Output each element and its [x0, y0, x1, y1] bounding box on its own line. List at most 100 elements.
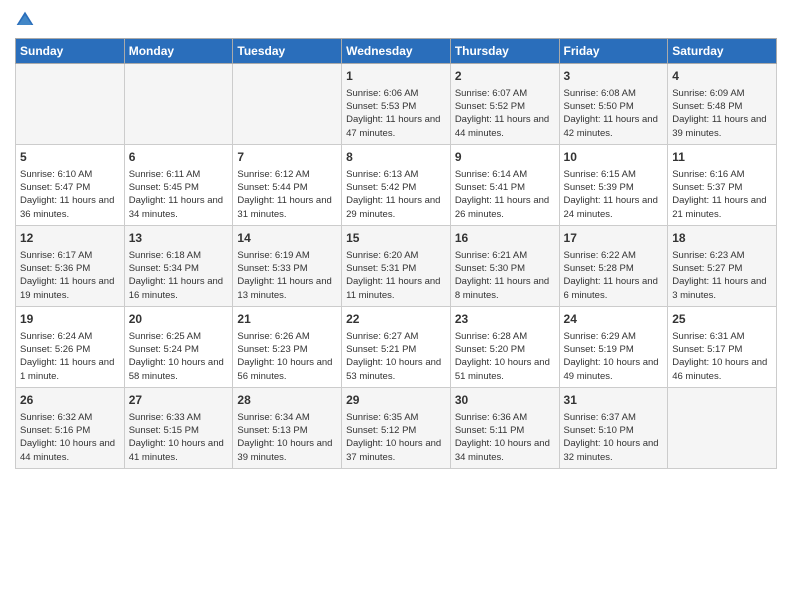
day-info: Sunrise: 6:11 AM Sunset: 5:45 PM Dayligh… — [129, 168, 229, 221]
day-number: 9 — [455, 149, 555, 166]
calendar-cell: 15 Sunrise: 6:20 AM Sunset: 5:31 PM Dayli… — [342, 225, 451, 306]
weekday-header: Tuesday — [233, 39, 342, 64]
day-number: 16 — [455, 230, 555, 247]
calendar-cell: 29 Sunrise: 6:35 AM Sunset: 5:12 PM Dayli… — [342, 387, 451, 468]
logo-icon — [15, 10, 35, 30]
day-info: Sunrise: 6:20 AM Sunset: 5:31 PM Dayligh… — [346, 249, 446, 302]
calendar-cell — [668, 387, 777, 468]
day-info: Sunrise: 6:19 AM Sunset: 5:33 PM Dayligh… — [237, 249, 337, 302]
calendar-header: SundayMondayTuesdayWednesdayThursdayFrid… — [16, 39, 777, 64]
day-info: Sunrise: 6:08 AM Sunset: 5:50 PM Dayligh… — [564, 87, 664, 140]
day-number: 14 — [237, 230, 337, 247]
day-number: 20 — [129, 311, 229, 328]
weekday-header: Sunday — [16, 39, 125, 64]
day-number: 30 — [455, 392, 555, 409]
calendar-cell: 21 Sunrise: 6:26 AM Sunset: 5:23 PM Dayli… — [233, 306, 342, 387]
day-number: 28 — [237, 392, 337, 409]
weekday-header: Monday — [124, 39, 233, 64]
calendar-week-row: 26Sunrise: 6:32 AM Sunset: 5:16 PM Dayli… — [16, 387, 777, 468]
day-number: 6 — [129, 149, 229, 166]
calendar-cell: 8 Sunrise: 6:13 AM Sunset: 5:42 PM Daylig… — [342, 144, 451, 225]
weekday-header: Saturday — [668, 39, 777, 64]
page-header — [15, 10, 777, 30]
day-info: Sunrise: 6:27 AM Sunset: 5:21 PM Dayligh… — [346, 330, 446, 383]
calendar-cell: 5Sunrise: 6:10 AM Sunset: 5:47 PM Daylig… — [16, 144, 125, 225]
calendar-cell — [124, 64, 233, 145]
day-number: 29 — [346, 392, 446, 409]
day-number: 31 — [564, 392, 664, 409]
day-info: Sunrise: 6:16 AM Sunset: 5:37 PM Dayligh… — [672, 168, 772, 221]
day-info: Sunrise: 6:21 AM Sunset: 5:30 PM Dayligh… — [455, 249, 555, 302]
day-number: 13 — [129, 230, 229, 247]
day-info: Sunrise: 6:33 AM Sunset: 5:15 PM Dayligh… — [129, 411, 229, 464]
calendar-cell — [233, 64, 342, 145]
calendar-cell: 7 Sunrise: 6:12 AM Sunset: 5:44 PM Daylig… — [233, 144, 342, 225]
day-info: Sunrise: 6:35 AM Sunset: 5:12 PM Dayligh… — [346, 411, 446, 464]
day-info: Sunrise: 6:18 AM Sunset: 5:34 PM Dayligh… — [129, 249, 229, 302]
day-info: Sunrise: 6:26 AM Sunset: 5:23 PM Dayligh… — [237, 330, 337, 383]
calendar-cell: 20 Sunrise: 6:25 AM Sunset: 5:24 PM Dayli… — [124, 306, 233, 387]
day-number: 21 — [237, 311, 337, 328]
day-info: Sunrise: 6:37 AM Sunset: 5:10 PM Dayligh… — [564, 411, 664, 464]
day-number: 1 — [346, 68, 446, 85]
calendar-cell: 25 Sunrise: 6:31 AM Sunset: 5:17 PM Dayli… — [668, 306, 777, 387]
calendar-cell: 30 Sunrise: 6:36 AM Sunset: 5:11 PM Dayli… — [450, 387, 559, 468]
day-info: Sunrise: 6:25 AM Sunset: 5:24 PM Dayligh… — [129, 330, 229, 383]
calendar-table: SundayMondayTuesdayWednesdayThursdayFrid… — [15, 38, 777, 469]
calendar-cell: 31 Sunrise: 6:37 AM Sunset: 5:10 PM Dayli… — [559, 387, 668, 468]
calendar-week-row: 12 Sunrise: 6:17 AM Sunset: 5:36 PM Dayli… — [16, 225, 777, 306]
day-number: 22 — [346, 311, 446, 328]
calendar-cell: 11Sunrise: 6:16 AM Sunset: 5:37 PM Dayli… — [668, 144, 777, 225]
calendar-cell: 19 Sunrise: 6:24 AM Sunset: 5:26 PM Dayli… — [16, 306, 125, 387]
calendar-cell: 27 Sunrise: 6:33 AM Sunset: 5:15 PM Dayli… — [124, 387, 233, 468]
day-number: 3 — [564, 68, 664, 85]
day-number: 23 — [455, 311, 555, 328]
calendar-cell: 12 Sunrise: 6:17 AM Sunset: 5:36 PM Dayli… — [16, 225, 125, 306]
day-info: Sunrise: 6:36 AM Sunset: 5:11 PM Dayligh… — [455, 411, 555, 464]
day-number: 4 — [672, 68, 772, 85]
calendar-cell: 18Sunrise: 6:23 AM Sunset: 5:27 PM Dayli… — [668, 225, 777, 306]
day-number: 2 — [455, 68, 555, 85]
calendar-cell: 3 Sunrise: 6:08 AM Sunset: 5:50 PM Daylig… — [559, 64, 668, 145]
day-info: Sunrise: 6:13 AM Sunset: 5:42 PM Dayligh… — [346, 168, 446, 221]
day-number: 19 — [20, 311, 120, 328]
day-number: 24 — [564, 311, 664, 328]
day-number: 15 — [346, 230, 446, 247]
calendar-cell: 28 Sunrise: 6:34 AM Sunset: 5:13 PM Dayli… — [233, 387, 342, 468]
day-number: 7 — [237, 149, 337, 166]
day-info: Sunrise: 6:22 AM Sunset: 5:28 PM Dayligh… — [564, 249, 664, 302]
day-number: 12 — [20, 230, 120, 247]
day-info: Sunrise: 6:31 AM Sunset: 5:17 PM Dayligh… — [672, 330, 772, 383]
calendar-cell: 6 Sunrise: 6:11 AM Sunset: 5:45 PM Daylig… — [124, 144, 233, 225]
day-number: 27 — [129, 392, 229, 409]
day-number: 10 — [564, 149, 664, 166]
weekday-header: Friday — [559, 39, 668, 64]
calendar-week-row: 1Sunrise: 6:06 AM Sunset: 5:53 PM Daylig… — [16, 64, 777, 145]
calendar-cell: 16 Sunrise: 6:21 AM Sunset: 5:30 PM Dayli… — [450, 225, 559, 306]
calendar-week-row: 19 Sunrise: 6:24 AM Sunset: 5:26 PM Dayli… — [16, 306, 777, 387]
page-container: SundayMondayTuesdayWednesdayThursdayFrid… — [0, 0, 792, 479]
day-info: Sunrise: 6:09 AM Sunset: 5:48 PM Dayligh… — [672, 87, 772, 140]
weekday-header: Wednesday — [342, 39, 451, 64]
day-info: Sunrise: 6:34 AM Sunset: 5:13 PM Dayligh… — [237, 411, 337, 464]
calendar-cell — [16, 64, 125, 145]
calendar-body: 1Sunrise: 6:06 AM Sunset: 5:53 PM Daylig… — [16, 64, 777, 469]
calendar-cell: 13 Sunrise: 6:18 AM Sunset: 5:34 PM Dayli… — [124, 225, 233, 306]
calendar-cell: 9Sunrise: 6:14 AM Sunset: 5:41 PM Daylig… — [450, 144, 559, 225]
calendar-cell: 2Sunrise: 6:07 AM Sunset: 5:52 PM Daylig… — [450, 64, 559, 145]
calendar-cell: 23Sunrise: 6:28 AM Sunset: 5:20 PM Dayli… — [450, 306, 559, 387]
day-info: Sunrise: 6:12 AM Sunset: 5:44 PM Dayligh… — [237, 168, 337, 221]
calendar-cell: 22 Sunrise: 6:27 AM Sunset: 5:21 PM Dayli… — [342, 306, 451, 387]
day-number: 18 — [672, 230, 772, 247]
day-info: Sunrise: 6:29 AM Sunset: 5:19 PM Dayligh… — [564, 330, 664, 383]
day-number: 17 — [564, 230, 664, 247]
calendar-cell: 4 Sunrise: 6:09 AM Sunset: 5:48 PM Daylig… — [668, 64, 777, 145]
day-info: Sunrise: 6:15 AM Sunset: 5:39 PM Dayligh… — [564, 168, 664, 221]
day-number: 25 — [672, 311, 772, 328]
day-info: Sunrise: 6:32 AM Sunset: 5:16 PM Dayligh… — [20, 411, 120, 464]
day-info: Sunrise: 6:24 AM Sunset: 5:26 PM Dayligh… — [20, 330, 120, 383]
calendar-cell: 24 Sunrise: 6:29 AM Sunset: 5:19 PM Dayli… — [559, 306, 668, 387]
day-info: Sunrise: 6:17 AM Sunset: 5:36 PM Dayligh… — [20, 249, 120, 302]
day-number: 8 — [346, 149, 446, 166]
calendar-cell: 26Sunrise: 6:32 AM Sunset: 5:16 PM Dayli… — [16, 387, 125, 468]
